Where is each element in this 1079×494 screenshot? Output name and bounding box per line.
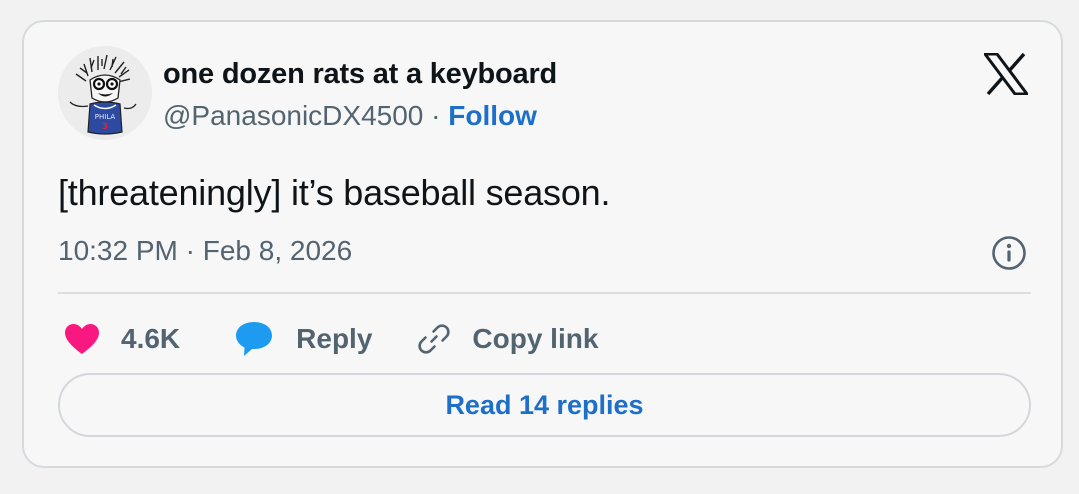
svg-text:3: 3 <box>102 122 108 132</box>
svg-text:PHILA: PHILA <box>95 113 116 121</box>
info-icon[interactable] <box>991 235 1027 271</box>
reply-label: Reply <box>296 323 373 354</box>
handle-separator: · <box>423 100 449 131</box>
like-button[interactable]: 4.6K <box>64 323 180 355</box>
tweet-timestamp[interactable]: 10:32 PM · Feb 8, 2026 <box>58 235 352 267</box>
tweet-text: [threateningly] it’s baseball season. <box>58 172 611 213</box>
reply-button[interactable]: Reply <box>234 320 372 358</box>
handle-row: @PanasonicDX4500 · Follow <box>163 100 537 132</box>
speech-bubble-icon <box>236 322 273 356</box>
copy-link-button[interactable]: Copy link <box>416 321 598 357</box>
author-handle[interactable]: @PanasonicDX4500 <box>163 100 423 131</box>
read-replies-label: Read 14 replies <box>445 389 644 420</box>
copy-link-label: Copy link <box>472 323 599 354</box>
like-count: 4.6K <box>121 323 181 354</box>
avatar[interactable]: PHILA 3 <box>58 46 152 140</box>
divider <box>58 292 1031 294</box>
x-logo-icon[interactable] <box>984 53 1028 95</box>
tweet-embed-card: PHILA 3 one dozen rats at a keyboard @Pa… <box>22 20 1063 468</box>
link-icon <box>418 324 451 354</box>
author-name[interactable]: one dozen rats at a keyboard <box>163 58 557 91</box>
read-replies-button[interactable]: Read 14 replies <box>58 373 1031 437</box>
heart-icon <box>65 324 99 354</box>
rat-avatar-illustration: PHILA 3 <box>58 46 152 140</box>
action-bar: 4.6K Reply Copy link <box>64 317 598 361</box>
follow-link[interactable]: Follow <box>448 100 537 131</box>
